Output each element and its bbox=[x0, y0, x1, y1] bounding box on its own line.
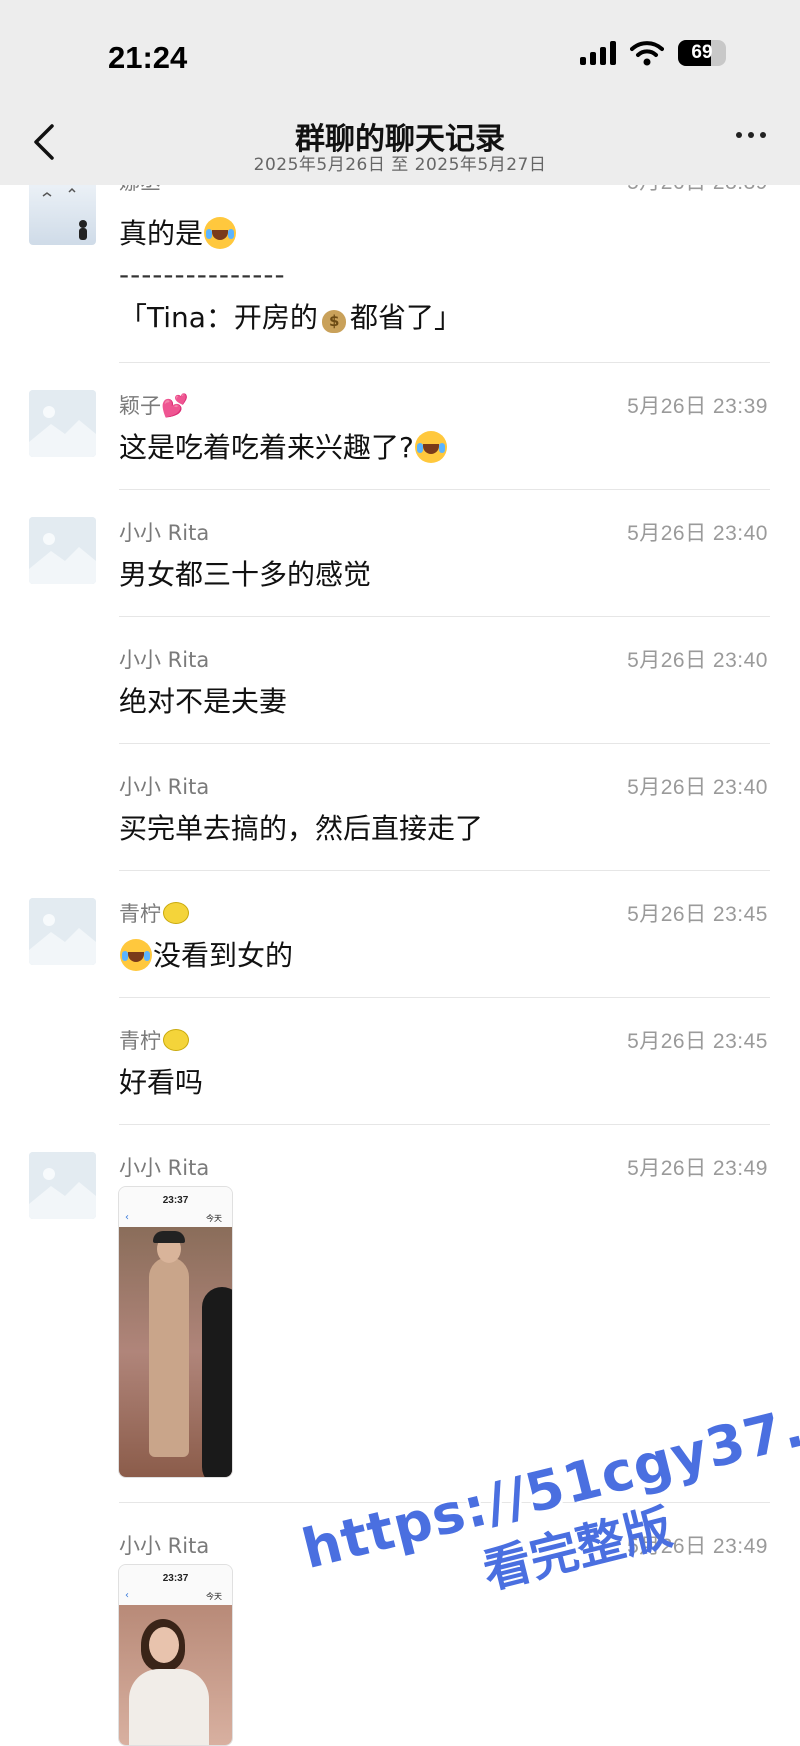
dark-silhouette bbox=[202, 1287, 232, 1477]
message-text: 好看吗 bbox=[119, 1066, 204, 1099]
quoted-message: 「Tina：开房的都省了」 bbox=[119, 296, 462, 336]
image-placeholder-icon bbox=[29, 390, 96, 457]
sender-name: 小小 Rita bbox=[119, 1534, 210, 1558]
avatar[interactable] bbox=[29, 178, 96, 245]
divider bbox=[119, 997, 770, 998]
cap bbox=[153, 1231, 185, 1243]
avatar-placeholder[interactable] bbox=[29, 390, 96, 457]
sender-name-text: 青柠 bbox=[119, 902, 161, 926]
more-button[interactable] bbox=[736, 132, 766, 138]
person-figure bbox=[149, 1257, 189, 1457]
divider bbox=[119, 870, 770, 871]
lemon-emoji bbox=[163, 902, 189, 924]
battery-icon: 69 bbox=[678, 40, 726, 66]
divider bbox=[119, 362, 770, 363]
message-time: 5月26日 23:40 bbox=[627, 649, 768, 672]
message-time: 5月26日 23:40 bbox=[627, 776, 768, 799]
message-time: 5月26日 23:45 bbox=[627, 903, 768, 926]
message-text: 绝对不是夫妻 bbox=[119, 685, 288, 718]
sender-name: 小小 Rita bbox=[119, 648, 210, 672]
status-time: 21:24 bbox=[108, 40, 188, 75]
message-time: 5月26日 23:49 bbox=[627, 1157, 768, 1180]
message-text-part: 没看到女的 bbox=[153, 939, 294, 972]
message-text-part: 这是吃着吃着来兴趣了? bbox=[119, 431, 414, 464]
avatar-placeholder[interactable] bbox=[29, 898, 96, 965]
top-bar: 21:24 69 群聊的聊天记录 2025年5月26日 至 2025年5月27日 bbox=[0, 0, 800, 185]
sender-name: 青柠 bbox=[119, 1025, 189, 1055]
message-time: 5月26日 23:49 bbox=[627, 1535, 768, 1558]
screenshot-time: 23:37 bbox=[162, 1573, 189, 1584]
sender-name: 颖子💕 bbox=[119, 390, 188, 420]
battery-percent: 69 bbox=[691, 42, 713, 63]
message-text: 真的是 bbox=[119, 212, 237, 252]
divider bbox=[119, 743, 770, 744]
date-range: 2025年5月26日 至 2025年5月27日 bbox=[253, 155, 547, 175]
quote-text-part: 「Tina：开房的 bbox=[119, 301, 318, 334]
photo-content bbox=[119, 1227, 232, 1477]
message-time: 5月26日 23:45 bbox=[627, 1030, 768, 1053]
person-face bbox=[149, 1627, 179, 1663]
sender-name-text: 颖子 bbox=[119, 394, 161, 418]
screenshot-day: 今天 bbox=[206, 1214, 222, 1223]
divider bbox=[119, 1502, 770, 1503]
message-text: 没看到女的 bbox=[119, 934, 293, 974]
image-placeholder-icon bbox=[29, 898, 96, 965]
watermark-tag: 看完整版 bbox=[477, 1499, 678, 1601]
image-placeholder-icon bbox=[29, 517, 96, 584]
person-shirt bbox=[129, 1669, 209, 1745]
image-message-thumbnail[interactable]: 23:37 ‹ 今天 bbox=[118, 1186, 233, 1478]
sender-name: 青柠 bbox=[119, 898, 189, 928]
sender-name: 小小 Rita bbox=[119, 775, 210, 799]
two-hearts-emoji: 💕 bbox=[161, 394, 189, 419]
wifi-icon bbox=[630, 41, 664, 66]
status-icons: 69 bbox=[580, 40, 726, 66]
sender-name: 小小 Rita bbox=[119, 521, 210, 545]
crying-laughing-emoji bbox=[204, 217, 237, 249]
avatar-image bbox=[42, 187, 87, 240]
screenshot-time: 23:37 bbox=[162, 1195, 189, 1206]
avatar-placeholder[interactable] bbox=[29, 517, 96, 584]
divider bbox=[119, 1124, 770, 1125]
quote-separator: --------------- bbox=[119, 258, 286, 291]
crying-laughing-emoji bbox=[414, 431, 447, 463]
signal-icon bbox=[580, 41, 616, 65]
screenshot-header: 23:37 ‹ 今天 bbox=[119, 1187, 232, 1227]
image-message-thumbnail[interactable]: 23:37 ‹ 今天 bbox=[118, 1564, 233, 1746]
divider bbox=[119, 616, 770, 617]
sender-name-text: 青柠 bbox=[119, 1029, 161, 1053]
photo-content bbox=[119, 1605, 232, 1745]
watermark: https://51cgy37.com 看完整版 bbox=[296, 1364, 800, 1724]
chevron-left-icon: ‹ bbox=[125, 1212, 129, 1223]
lemon-emoji bbox=[163, 1029, 189, 1051]
message-text-part: 真的是 bbox=[119, 217, 204, 250]
avatar-placeholder[interactable] bbox=[29, 1152, 96, 1219]
divider bbox=[119, 489, 770, 490]
screenshot-header: 23:37 ‹ 今天 bbox=[119, 1565, 232, 1605]
ellipsis-icon bbox=[736, 132, 742, 138]
message-text: 这是吃着吃着来兴趣了? bbox=[119, 426, 448, 466]
money-bag-emoji bbox=[320, 301, 348, 333]
screenshot-day: 今天 bbox=[206, 1592, 222, 1601]
chevron-left-icon: ‹ bbox=[125, 1590, 129, 1601]
message-text: 男女都三十多的感觉 bbox=[119, 558, 372, 591]
crying-laughing-emoji bbox=[120, 939, 152, 971]
message-time: 5月26日 23:39 bbox=[627, 395, 768, 418]
message-text: 买完单去搞的，然后直接走了 bbox=[119, 812, 484, 845]
sender-name: 小小 Rita bbox=[119, 1156, 210, 1180]
quote-text-part: 都省了」 bbox=[349, 301, 462, 334]
image-placeholder-icon bbox=[29, 1152, 96, 1219]
message-time: 5月26日 23:40 bbox=[627, 522, 768, 545]
